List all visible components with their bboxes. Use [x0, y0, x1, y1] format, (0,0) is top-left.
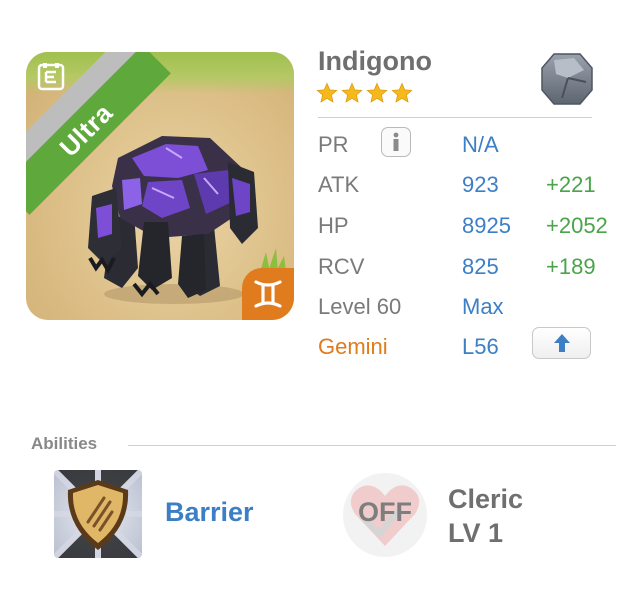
atk-value: 923 [462, 172, 499, 197]
hp-label: HP [318, 213, 349, 238]
cleric-ability-name: Cleric [448, 484, 524, 514]
hp-bonus: +2052 [546, 213, 608, 238]
barrier-ability-name[interactable]: Barrier [165, 497, 254, 528]
info-icon [393, 132, 399, 151]
star-icon [341, 82, 363, 103]
level-label: Level 60 [318, 294, 402, 319]
rock-element-icon[interactable] [540, 52, 594, 106]
arrow-up-icon [554, 334, 570, 352]
gemini-icon [254, 280, 282, 308]
pr-label: PR [318, 132, 349, 157]
zodiac-label: Gemini [318, 334, 388, 359]
zodiac-badge [242, 268, 294, 320]
star-icon [391, 82, 413, 103]
rcv-bonus: +189 [546, 254, 596, 279]
cleric-ability-level: LV 1 [448, 518, 504, 548]
star-icon [366, 82, 388, 103]
equipment-icon[interactable] [36, 62, 66, 92]
star-icon [316, 82, 338, 103]
rcv-label: RCV [318, 254, 365, 279]
level-value: Max [462, 294, 504, 319]
barrier-shield-icon [54, 470, 142, 558]
abilities-heading: Abilities [31, 434, 98, 453]
zodiac-level-value: L56 [462, 334, 499, 359]
star-rating [316, 82, 413, 104]
hero-portrait[interactable]: Ultra [26, 52, 294, 320]
hero-name: Indigono [318, 46, 432, 76]
zodiac-upgrade-button[interactable] [532, 327, 591, 359]
atk-bonus: +221 [546, 172, 596, 197]
pr-value: N/A [462, 132, 499, 157]
hp-value: 8925 [462, 213, 511, 238]
atk-label: ATK [318, 172, 360, 197]
barrier-ability-icon[interactable] [54, 470, 142, 558]
creature-artwork [88, 136, 258, 304]
cleric-off-status[interactable]: OFF [339, 497, 431, 528]
rcv-value: 825 [462, 254, 499, 279]
pr-info-button[interactable] [381, 127, 411, 157]
abilities-divider [128, 445, 616, 446]
header-divider [318, 117, 592, 118]
